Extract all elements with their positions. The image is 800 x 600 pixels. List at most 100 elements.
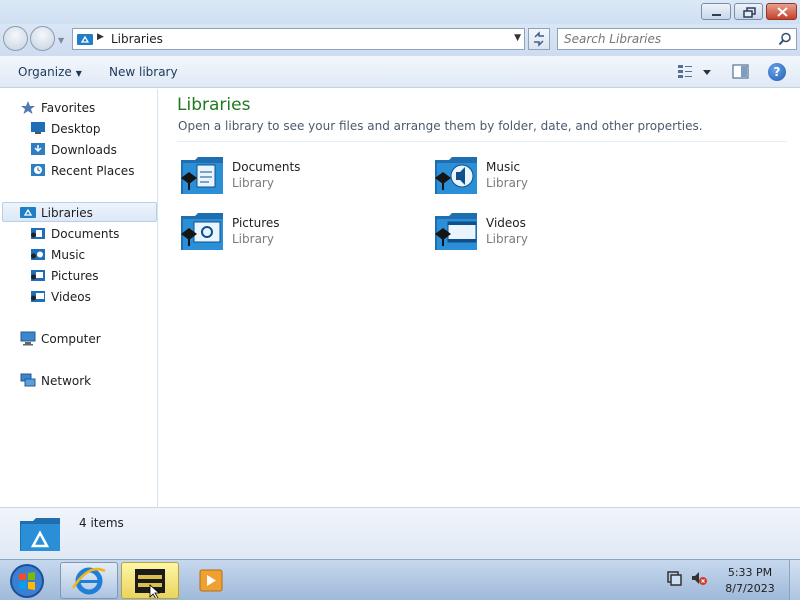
nav-videos-label: Videos — [51, 290, 91, 304]
nav-computer[interactable]: Computer — [20, 329, 150, 349]
nav-pictures-label: Pictures — [51, 269, 99, 283]
refresh-button[interactable] — [528, 28, 550, 50]
library-tile-documents[interactable]: Documents Library — [179, 154, 409, 202]
library-tile-type: Library — [486, 232, 528, 246]
library-tile-videos[interactable]: Videos Library — [433, 210, 663, 258]
active-app-icon — [135, 569, 165, 600]
nav-recent-places-label: Recent Places — [51, 164, 135, 178]
libraries-large-icon — [20, 518, 60, 551]
item-count: 4 items — [79, 516, 124, 530]
address-bar[interactable]: ▶ Libraries ▼ — [72, 28, 525, 50]
volume-muted-icon — [692, 572, 699, 584]
libraries-icon — [20, 207, 36, 218]
search-input[interactable] — [564, 31, 769, 47]
breadcrumb-separator-icon[interactable]: ▶ — [97, 32, 104, 42]
forward-button[interactable] — [30, 26, 55, 51]
music-library-icon — [435, 157, 477, 194]
documents-icon — [31, 228, 45, 239]
nav-desktop[interactable]: Desktop — [30, 119, 150, 139]
address-dropdown-icon[interactable]: ▼ — [514, 33, 521, 43]
nav-music[interactable]: Music — [30, 245, 150, 265]
nav-downloads[interactable]: Downloads — [30, 140, 150, 160]
library-tile-name: Pictures — [232, 216, 280, 230]
recent-pages-dropdown-icon[interactable]: ▼ — [58, 36, 64, 45]
search-box[interactable] — [557, 28, 797, 50]
taskbar-media-player[interactable] — [196, 562, 228, 599]
media-player-icon — [199, 569, 223, 592]
music-icon — [31, 249, 45, 260]
library-tile-music[interactable]: Music Library — [433, 154, 663, 202]
close-icon — [777, 7, 788, 17]
tray-icons — [667, 571, 707, 586]
divider — [177, 141, 787, 142]
library-tile-name: Videos — [486, 216, 526, 230]
library-tile-type: Library — [232, 176, 274, 190]
nav-desktop-label: Desktop — [51, 122, 101, 136]
nav-recent-places[interactable]: Recent Places — [30, 161, 150, 181]
nav-favorites-label: Favorites — [41, 101, 96, 115]
search-icon[interactable] — [778, 32, 792, 46]
maximize-button[interactable] — [734, 3, 763, 20]
preview-pane-button[interactable] — [732, 64, 750, 80]
libraries-icon — [77, 34, 93, 45]
nav-pictures[interactable]: Pictures — [30, 266, 150, 286]
videos-library-icon — [435, 213, 477, 250]
start-button[interactable] — [5, 562, 49, 600]
nav-favorites[interactable]: Favorites — [20, 98, 150, 118]
command-bar: Organize ▼ New library ? — [0, 56, 800, 88]
taskbar-clock[interactable]: 5:33 PM 8/7/2023 — [716, 565, 784, 597]
taskbar-internet-explorer[interactable] — [60, 562, 118, 599]
breadcrumb-libraries[interactable]: Libraries — [111, 32, 163, 46]
nav-libraries[interactable]: Libraries — [2, 202, 157, 222]
help-button[interactable]: ? — [768, 63, 786, 81]
help-icon: ? — [773, 65, 781, 79]
organize-label: Organize — [18, 65, 72, 79]
show-desktop-button[interactable] — [789, 560, 800, 600]
refresh-icon — [534, 31, 544, 47]
nav-network-label: Network — [41, 374, 92, 388]
nav-downloads-label: Downloads — [51, 143, 117, 157]
content-pane: Libraries Open a library to see your fil… — [159, 89, 800, 507]
windows-start-icon — [10, 564, 44, 598]
pictures-icon — [31, 270, 45, 281]
nav-documents-label: Documents — [51, 227, 120, 241]
close-button[interactable] — [766, 3, 797, 20]
nav-documents[interactable]: Documents — [30, 224, 150, 244]
downloads-icon — [31, 143, 45, 155]
computer-icon — [20, 331, 36, 346]
videos-icon — [31, 291, 45, 302]
library-tile-pictures[interactable]: Pictures Library — [179, 210, 409, 258]
documents-library-icon — [181, 157, 223, 194]
library-tile-type: Library — [486, 176, 528, 190]
nav-videos[interactable]: Videos — [30, 287, 150, 307]
library-tile-name: Documents — [232, 160, 301, 174]
nav-libraries-label: Libraries — [41, 206, 93, 220]
minimize-button[interactable] — [701, 3, 731, 20]
view-options-icon — [678, 65, 711, 78]
nav-network[interactable]: Network — [20, 371, 150, 391]
nav-computer-label: Computer — [41, 332, 101, 346]
details-pane: 4 items — [0, 507, 800, 559]
title-bar — [0, 0, 800, 24]
chevron-down-icon: ▼ — [75, 69, 82, 78]
library-tile-name: Music — [486, 160, 521, 174]
new-library-button[interactable]: New library — [109, 65, 178, 79]
change-view-button[interactable] — [677, 64, 713, 80]
address-row: ▼ ▶ Libraries ▼ — [0, 24, 800, 56]
recent-places-icon — [31, 164, 45, 176]
preview-pane-icon — [732, 64, 749, 79]
page-subtitle: Open a library to see your files and arr… — [178, 119, 703, 133]
organize-button[interactable]: Organize ▼ — [18, 65, 82, 79]
pictures-library-icon — [181, 213, 223, 250]
taskbar-active-app[interactable] — [121, 562, 179, 600]
clock-time: 5:33 PM — [727, 566, 773, 579]
restore-icon — [743, 7, 756, 18]
favorites-star-icon — [21, 101, 35, 114]
system-tray — [662, 566, 710, 593]
page-title: Libraries — [177, 95, 251, 115]
network-icon — [20, 373, 36, 387]
nav-music-label: Music — [51, 248, 86, 262]
clock-date: 8/7/2023 — [725, 582, 775, 595]
back-button[interactable] — [3, 26, 28, 51]
library-tile-type: Library — [232, 232, 274, 246]
